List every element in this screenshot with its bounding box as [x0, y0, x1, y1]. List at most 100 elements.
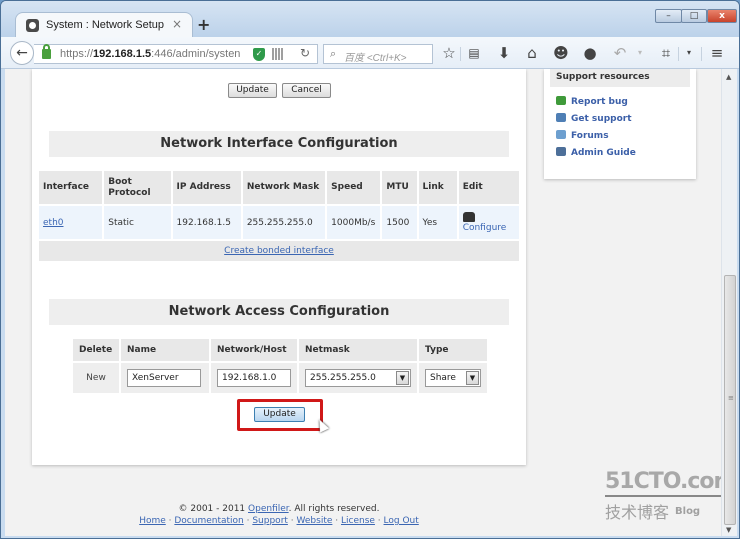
network-mask-value: 255.255.255.0 — [242, 206, 326, 239]
chevron-down-icon[interactable]: ▼ — [396, 371, 409, 385]
support-sidebar: Support resources Report bug Get support… — [544, 69, 696, 179]
access-section-title: Network Access Configuration — [49, 299, 509, 325]
toolbar-separator — [701, 47, 702, 61]
scroll-down-icon[interactable]: ▼ — [726, 526, 731, 534]
qr-code-icon[interactable] — [272, 48, 284, 60]
browser-window: System : Network Setup × + – □ x ← https… — [0, 0, 740, 539]
configure-cell[interactable]: Configure — [458, 206, 519, 239]
col-edit: Edit — [458, 171, 519, 204]
col-link: Link — [418, 171, 457, 204]
home-icon[interactable]: ⌂ — [523, 45, 541, 61]
netmask-select[interactable]: 255.255.255.0 ▼ — [305, 369, 411, 387]
watermark: 51CTO.com 技术博客Blog — [605, 469, 721, 523]
table-header-row: Delete Name Network/Host Netmask Type — [73, 339, 487, 361]
support-icon — [556, 113, 566, 122]
bookmark-star-icon[interactable]: ☆ — [440, 45, 458, 61]
type-select[interactable]: Share ▼ — [425, 369, 481, 387]
minimize-button[interactable]: – — [655, 9, 682, 23]
vertical-scrollbar[interactable]: ▲ ≡ ▼ — [721, 69, 737, 536]
reload-icon[interactable]: ↻ — [300, 46, 310, 60]
menu-icon[interactable]: ≡ — [708, 45, 726, 61]
copyright: © 2001 - 2011 Openfiler. All rights rese… — [178, 504, 380, 514]
address-bar[interactable]: https://192.168.1.5:446/admin/systen ✓ ↻ — [34, 44, 318, 64]
ip-address-value: 192.168.1.5 — [172, 206, 241, 239]
col-netmask: Netmask — [299, 339, 417, 361]
lock-icon — [42, 44, 51, 59]
tab-close-icon[interactable]: × — [172, 17, 182, 31]
name-input[interactable] — [127, 369, 201, 387]
search-input[interactable]: ⌕ 百度 <Ctrl+K> — [323, 44, 433, 64]
footer-link-logout[interactable]: Log Out — [384, 516, 419, 526]
table-header-row: Interface Boot Protocol IP Address Netwo… — [39, 171, 519, 204]
footer: © 2001 - 2011 Openfiler. All rights rese… — [32, 503, 526, 527]
cancel-button[interactable]: Cancel — [282, 83, 331, 98]
url-text[interactable]: https://192.168.1.5:446/admin/systen — [60, 48, 240, 60]
footer-link-support[interactable]: Support — [252, 516, 288, 526]
toolbar-separator — [678, 47, 679, 61]
title-bar: System : Network Setup × + – □ x — [1, 1, 739, 39]
network-host-input[interactable] — [217, 369, 291, 387]
chevron-down-icon[interactable]: ▼ — [466, 371, 479, 385]
col-speed: Speed — [327, 171, 381, 204]
toolbar-separator — [460, 47, 461, 61]
table-row: eth0 Static 192.168.1.5 255.255.255.0 10… — [39, 206, 519, 239]
new-tab-button[interactable]: + — [197, 15, 210, 34]
col-boot-protocol: Boot Protocol — [104, 171, 171, 204]
main-panel: Update Cancel Network Interface Configur… — [32, 69, 526, 465]
sidebar-title: Support resources — [550, 69, 690, 87]
link-value: Yes — [418, 206, 457, 239]
watermark-logo: 51CTO.com — [605, 469, 721, 497]
configure-link[interactable]: Configure — [463, 223, 507, 233]
new-row-label: New — [73, 363, 119, 393]
screenshot-dropdown-icon[interactable]: ▾ — [680, 45, 698, 61]
screenshot-crop-icon[interactable]: ⌗ — [657, 45, 675, 61]
boot-protocol-value: Static — [104, 206, 171, 239]
grip-icon: ≡ — [728, 394, 734, 402]
footer-link-home[interactable]: Home — [139, 516, 166, 526]
chat-icon[interactable]: ● — [581, 45, 599, 61]
footer-links: Home · Documentation · Support · Website… — [139, 516, 419, 526]
navigation-toolbar: ← https://192.168.1.5:446/admin/systen ✓… — [1, 37, 739, 69]
col-type: Type — [419, 339, 487, 361]
scroll-up-icon[interactable]: ▲ — [726, 73, 731, 81]
col-network-mask: Network Mask — [242, 171, 326, 204]
sidebar-item-get-support[interactable]: Get support — [556, 113, 632, 127]
footer-link-license[interactable]: License — [341, 516, 375, 526]
undo-dropdown-icon[interactable]: ▾ — [631, 45, 649, 61]
update-button[interactable]: Update — [254, 407, 305, 422]
maximize-button[interactable]: □ — [681, 9, 707, 23]
col-mtu: MTU — [382, 171, 417, 204]
speed-value: 1000Mb/s — [327, 206, 381, 239]
book-icon — [556, 147, 566, 156]
openfiler-link[interactable]: Openfiler — [248, 504, 289, 514]
update-button-top[interactable]: Update — [228, 83, 277, 98]
table-row: New 255.255.255.0▼ Share▼ — [73, 363, 487, 393]
tab-network-setup[interactable]: System : Network Setup × — [15, 12, 193, 39]
footer-link-website[interactable]: Website — [297, 516, 333, 526]
sidebar-item-forums[interactable]: Forums — [556, 130, 609, 144]
reading-list-icon[interactable]: ▤ — [465, 45, 483, 61]
bonded-row: Create bonded interface — [39, 241, 519, 261]
col-name: Name — [121, 339, 209, 361]
shield-icon[interactable]: ✓ — [253, 48, 265, 61]
forums-icon — [556, 130, 566, 139]
close-button[interactable]: x — [707, 9, 737, 23]
col-network-host: Network/Host — [211, 339, 297, 361]
emoji-icon[interactable]: ☻ — [552, 45, 570, 61]
mtu-value: 1500 — [382, 206, 417, 239]
col-ip-address: IP Address — [172, 171, 241, 204]
configure-icon[interactable] — [462, 212, 475, 222]
download-icon[interactable]: ⬇ — [495, 45, 513, 61]
scrollbar-thumb[interactable]: ≡ — [724, 275, 736, 525]
search-icon: ⌕ — [330, 47, 337, 60]
interface-link-eth0[interactable]: eth0 — [43, 218, 64, 228]
tab-title: System : Network Setup — [46, 19, 164, 31]
sidebar-item-admin-guide[interactable]: Admin Guide — [556, 147, 636, 161]
back-button[interactable]: ← — [10, 41, 34, 65]
create-bonded-interface-link[interactable]: Create bonded interface — [224, 246, 334, 256]
footer-link-documentation[interactable]: Documentation — [174, 516, 243, 526]
search-placeholder: 百度 <Ctrl+K> — [344, 53, 407, 64]
sidebar-item-report-bug[interactable]: Report bug — [556, 96, 628, 110]
undo-icon[interactable]: ↶ — [611, 45, 629, 61]
interface-section-title: Network Interface Configuration — [49, 131, 509, 157]
